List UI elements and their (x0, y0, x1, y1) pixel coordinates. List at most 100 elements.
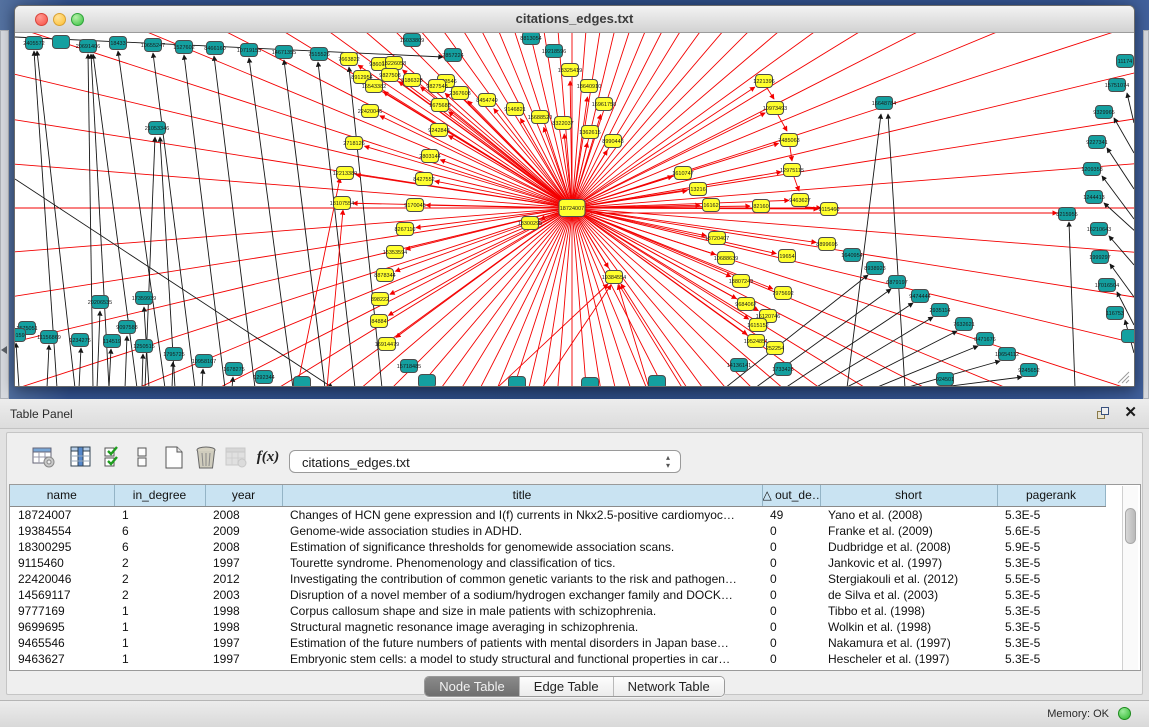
network-node[interactable]: 21053346 (145, 122, 169, 135)
table-cell[interactable]: 5.3E-5 (997, 619, 1105, 635)
table-cell[interactable]: 2003 (205, 587, 282, 603)
network-node[interactable]: 19524851 (744, 335, 768, 348)
network-node[interactable]: 10655247 (141, 39, 165, 52)
network-node[interactable]: 10654112 (995, 348, 1019, 361)
table-cell[interactable]: 2012 (205, 571, 282, 587)
table-cell[interactable]: 0 (762, 523, 820, 539)
network-node[interactable]: 2803144 (419, 150, 440, 163)
table-cell[interactable]: Estimation of the future numbers of pati… (282, 635, 762, 651)
column-header[interactable]: pagerank (997, 485, 1105, 506)
table-cell[interactable]: 0 (762, 635, 820, 651)
table-cell[interactable]: 1 (114, 651, 205, 667)
column-visibility-icon[interactable] (66, 441, 96, 473)
table-row[interactable]: 1830029562008Estimation of significance … (10, 539, 1105, 555)
network-node[interactable]: 1292344 (253, 371, 274, 384)
table-cell[interactable]: Nakamura et al. (1997) (820, 635, 997, 651)
table-row[interactable]: 946554611997Estimation of the future num… (10, 635, 1105, 651)
network-node[interactable]: 1610747 (672, 167, 693, 180)
network-node[interactable]: 13216 (690, 183, 707, 196)
network-node[interactable]: 15353594 (383, 246, 407, 259)
network-node[interactable]: 16961758 (592, 98, 616, 111)
network-node[interactable]: 8813054 (520, 33, 541, 45)
table-cell[interactable]: Hescheler et al. (1997) (820, 651, 997, 667)
table-cell[interactable]: Franke et al. (2009) (820, 523, 997, 539)
table-cell[interactable]: 2008 (205, 539, 282, 555)
column-header[interactable]: title (282, 485, 762, 506)
table-cell[interactable]: 9699695 (10, 619, 114, 635)
network-node[interactable]: 14671355 (272, 46, 296, 59)
tab-node-table[interactable]: Node Table (425, 677, 520, 696)
table-cell[interactable]: 1 (114, 603, 205, 619)
network-node[interactable]: 22420046 (358, 105, 382, 118)
network-node[interactable]: 114519 (103, 335, 121, 348)
network-node[interactable]: 10973493 (763, 102, 787, 115)
network-node[interactable]: 2935114 (929, 304, 950, 317)
memory-status-icon[interactable] (1118, 707, 1131, 720)
table-cell[interactable]: Structural magnetic resonance image aver… (282, 619, 762, 635)
table-cell[interactable]: 0 (762, 603, 820, 619)
network-node[interactable]: 8466160 (204, 42, 225, 55)
network-node[interactable]: 16162 (703, 199, 720, 212)
network-node[interactable]: 9827548 (426, 80, 447, 93)
network-node[interactable]: 7663822 (338, 53, 359, 66)
network-node[interactable]: 9170045 (404, 199, 425, 212)
network-node[interactable]: 7515526 (308, 48, 329, 61)
table-cell[interactable]: 2 (114, 571, 205, 587)
table-cell[interactable]: 0 (762, 651, 820, 667)
table-cell[interactable]: Wolkin et al. (1998) (820, 619, 997, 635)
table-cell[interactable]: Genome-wide association studies in ADHD. (282, 523, 762, 539)
column-header[interactable]: △ out_de… (762, 485, 820, 506)
network-node[interactable]: 18433 (110, 37, 127, 50)
network-node[interactable]: 15718485 (397, 360, 421, 373)
network-node[interactable]: 10688639 (714, 252, 738, 265)
table-cell[interactable]: 22420046 (10, 571, 114, 587)
table-cell[interactable]: 5.3E-5 (997, 651, 1105, 667)
network-node[interactable]: 7857224 (442, 49, 463, 62)
table-cell[interactable]: 14569117 (10, 587, 114, 603)
tab-edge-table[interactable]: Edge Table (520, 677, 614, 696)
network-node[interactable]: 1234275 (69, 334, 90, 347)
network-node[interactable]: 10958107 (192, 355, 216, 368)
network-node[interactable]: 18107554 (330, 197, 354, 210)
new-file-icon[interactable] (159, 441, 189, 473)
network-node[interactable]: 252254 (766, 342, 784, 355)
table-cell[interactable]: 0 (762, 555, 820, 571)
network-node[interactable]: 7975692 (772, 287, 793, 300)
table-cell[interactable]: 0 (762, 619, 820, 635)
select-checkmarks-icon[interactable] (99, 441, 129, 473)
network-node[interactable]: 1209358 (1081, 163, 1102, 176)
table-cell[interactable]: 9777169 (10, 603, 114, 619)
table-cell[interactable]: Dudbridge et al. (2008) (820, 539, 997, 555)
network-node[interactable]: 6879197 (886, 276, 907, 289)
panel-collapse-arrow-icon[interactable] (1, 346, 7, 354)
tab-network-table[interactable]: Network Table (614, 677, 724, 696)
network-node[interactable]: 8899695 (816, 238, 837, 251)
table-cell[interactable]: 2 (114, 587, 205, 603)
network-node[interactable]: 2718126 (343, 137, 364, 150)
column-header[interactable]: short (820, 485, 997, 506)
table-row[interactable]: 969969511998Structural magnetic resonanc… (10, 619, 1105, 635)
network-node[interactable]: 898222 (371, 293, 389, 306)
network-node[interactable]: 16543382 (362, 80, 386, 93)
network-node[interactable]: 20691406 (76, 40, 100, 53)
network-node[interactable]: 18640910 (577, 80, 601, 93)
network-node[interactable]: 1999297 (1089, 251, 1110, 264)
table-cell[interactable]: 5.6E-5 (997, 523, 1105, 539)
table-cell[interactable]: 19384554 (10, 523, 114, 539)
network-node[interactable]: 8454749 (476, 94, 497, 107)
table-cell[interactable]: 1997 (205, 651, 282, 667)
table-cell[interactable]: Disruption of a novel member of a sodium… (282, 587, 762, 603)
network-node[interactable]: 7632621 (953, 318, 974, 331)
table-cell[interactable]: 0 (762, 587, 820, 603)
table-cell[interactable]: 1 (114, 506, 205, 523)
network-node[interactable]: 1244413 (1083, 191, 1104, 204)
close-panel-icon[interactable]: ✕ (1124, 405, 1137, 421)
network-node[interactable]: 8322037 (552, 117, 573, 130)
table-cell[interactable]: 9463627 (10, 651, 114, 667)
table-cell[interactable]: 0 (762, 571, 820, 587)
table-cell[interactable]: 1998 (205, 619, 282, 635)
network-node[interactable] (649, 376, 666, 387)
network-node[interactable]: 16033809 (400, 34, 424, 47)
network-node[interactable]: 1678275 (223, 363, 244, 376)
cells-icon[interactable] (127, 441, 157, 473)
